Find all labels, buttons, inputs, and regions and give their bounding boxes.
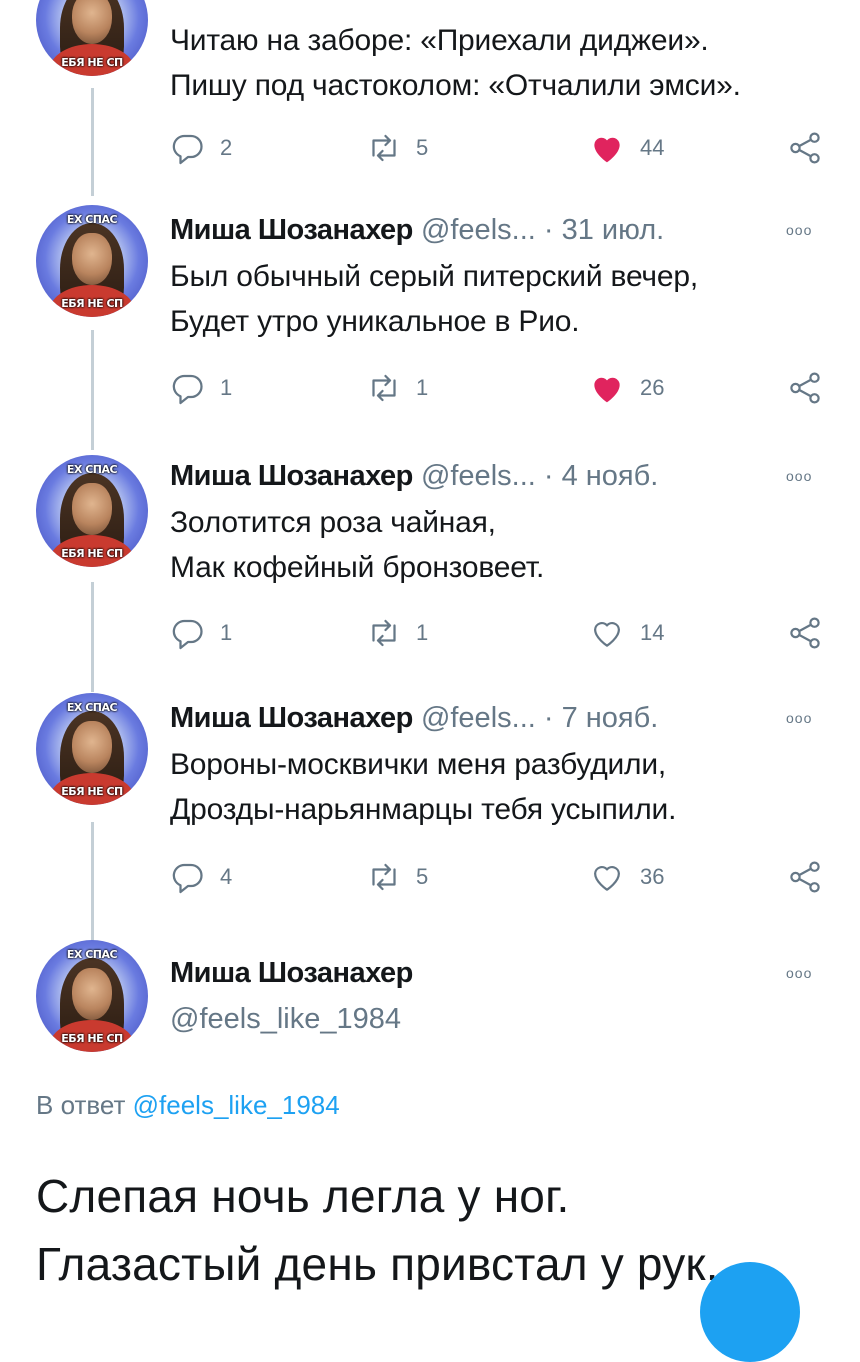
avatar[interactable]: ЕХ СПАС ЕБЯ НЕ СП [36, 693, 148, 805]
reply-button[interactable]: 4 [170, 857, 232, 897]
more-icon[interactable]: ooo [786, 222, 812, 238]
tweet-text: Вороны-москвички меня разбудили, Дрозды-… [170, 742, 830, 832]
tweet-text: Читаю на заборе: «Приехали диджеи». Пишу… [170, 18, 830, 108]
author-handle[interactable]: @feels... [421, 460, 536, 492]
tweet-line: Дрозды-нарьянмарцы тебя усыпили. [170, 793, 677, 826]
reply-count: 1 [220, 620, 233, 645]
tweet-header: Миша Шозанахер @feels... · 7 нояб. [170, 700, 830, 736]
tweet-line: Вороны-москвички меня разбудили, [170, 748, 667, 781]
reply-icon [172, 619, 203, 650]
like-count: 26 [640, 375, 665, 400]
retweet-icon [372, 863, 396, 891]
tweet-line: Слепая ночь легла у ног. [36, 1170, 570, 1222]
author-name[interactable]: Миша Шозанахер [170, 214, 413, 246]
avatar[interactable]: ЕБЯ НЕ СП [36, 0, 148, 76]
avatar[interactable]: ЕХ СПАС ЕБЯ НЕ СП [36, 205, 148, 317]
like-button[interactable]: 36 [588, 857, 664, 897]
retweet-button[interactable]: 1 [366, 368, 428, 408]
reply-icon [172, 863, 203, 894]
reply-context: В ответ @feels_like_1984 [36, 1090, 340, 1121]
thread-line [91, 582, 94, 692]
tweet-header: Миша Шозанахер @feels... · 4 нояб. [170, 458, 830, 494]
retweet-icon [372, 374, 396, 402]
tweet-actions: 1 1 14 [170, 613, 850, 653]
like-icon [594, 622, 620, 647]
reply-button[interactable]: 1 [170, 613, 232, 653]
retweet-icon [372, 134, 396, 162]
share-button[interactable] [786, 857, 824, 897]
author-name[interactable]: Миша Шозанахер [170, 702, 413, 734]
retweet-count: 5 [416, 135, 429, 160]
retweet-button[interactable]: 5 [366, 857, 428, 897]
tweet-line: Глазастый день привстал у рук. [36, 1238, 719, 1290]
thread-line [91, 88, 94, 196]
tweet-line: Будет утро уникальное в Рио. [170, 305, 580, 338]
retweet-button[interactable]: 1 [366, 613, 428, 653]
tweet-header: Миша Шозанахер @feels... · 31 июл. [170, 212, 830, 248]
reply-count: 2 [220, 135, 233, 160]
share-icon [790, 372, 820, 404]
avatar[interactable]: ЕХ СПАС ЕБЯ НЕ СП [36, 455, 148, 567]
tweet-actions: 4 5 36 [170, 857, 850, 897]
like-count: 14 [640, 620, 665, 645]
main-tweet-text: Слепая ночь легла у ног. Глазастый день … [36, 1162, 719, 1298]
like-button[interactable]: 26 [588, 368, 664, 408]
like-count: 36 [640, 864, 665, 889]
reply-button[interactable]: 1 [170, 368, 232, 408]
retweet-button[interactable]: 5 [366, 128, 428, 168]
retweet-count: 1 [416, 620, 429, 645]
like-button[interactable]: 44 [588, 128, 664, 168]
share-icon [790, 132, 820, 164]
share-button[interactable] [786, 128, 824, 168]
author-handle[interactable]: @feels... [421, 214, 536, 246]
tweet-line: Читаю на заборе: «Приехали диджеи». [170, 24, 709, 57]
more-icon[interactable]: ooo [786, 965, 812, 981]
tweet-date[interactable]: · 7 нояб. [544, 702, 658, 734]
share-button[interactable] [786, 368, 824, 408]
reply-prefix: В ответ [36, 1090, 126, 1120]
tweet-line: Пишу под частоколом: «Отчалили эмси». [170, 69, 741, 102]
reply-button[interactable]: 2 [170, 128, 232, 168]
avatar[interactable]: ЕХ СПАС ЕБЯ НЕ СП [36, 940, 148, 1052]
more-icon[interactable]: ooo [786, 710, 812, 726]
thread-line [91, 330, 94, 450]
author-handle[interactable]: @feels_like_1984 [170, 1001, 830, 1037]
tweet-line: Мак кофейный бронзовеет. [170, 551, 545, 584]
share-icon [790, 861, 820, 893]
like-icon [594, 137, 620, 163]
tweet-date[interactable]: · 31 июл. [544, 214, 664, 246]
like-icon [594, 866, 620, 891]
like-button[interactable]: 14 [588, 613, 664, 653]
author-handle[interactable]: @feels... [421, 702, 536, 734]
tweet-text: Был обычный серый питерский вечер, Будет… [170, 254, 830, 344]
tweet-line: Золотится роза чайная, [170, 506, 496, 539]
like-count: 44 [640, 135, 665, 160]
share-button[interactable] [786, 613, 824, 653]
tweet-actions: 2 5 44 [170, 128, 850, 168]
share-icon [790, 617, 820, 649]
author-name[interactable]: Миша Шозанахер [170, 955, 830, 991]
reply-count: 1 [220, 375, 233, 400]
tweet-text: Золотится роза чайная, Мак кофейный брон… [170, 500, 830, 590]
like-icon [594, 377, 620, 403]
thread-line [91, 822, 94, 942]
tweet-actions: 1 1 26 [170, 368, 850, 408]
author-name[interactable]: Миша Шозанахер [170, 460, 413, 492]
tweet-date[interactable]: · 4 нояб. [544, 460, 658, 492]
retweet-count: 5 [416, 864, 429, 889]
retweet-icon [372, 619, 396, 647]
retweet-count: 1 [416, 375, 429, 400]
reply-mention-link[interactable]: @feels_like_1984 [133, 1090, 340, 1120]
tweet-line: Был обычный серый питерский вечер, [170, 260, 698, 293]
reply-count: 4 [220, 864, 233, 889]
more-icon[interactable]: ooo [786, 468, 812, 484]
reply-icon [172, 134, 203, 165]
reply-icon [172, 374, 203, 405]
compose-button[interactable] [700, 1262, 800, 1362]
